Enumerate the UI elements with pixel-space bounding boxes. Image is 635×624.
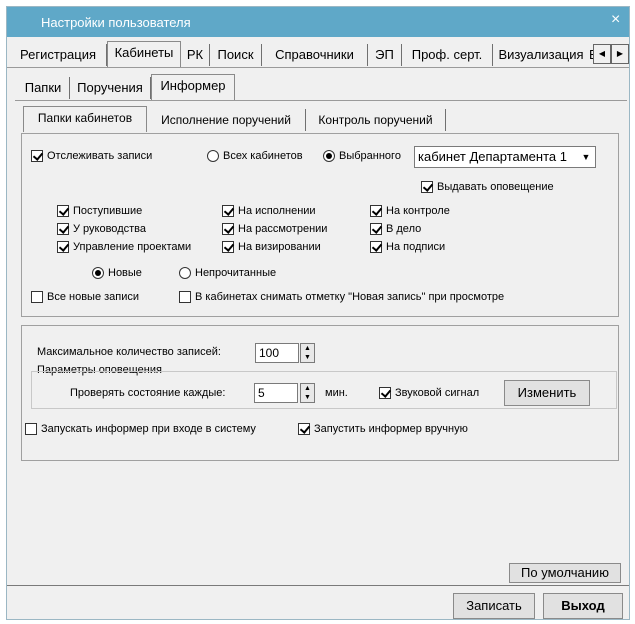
folder-archive-label: В дело bbox=[386, 223, 422, 235]
minutes-unit: мин. bbox=[325, 387, 348, 399]
autostart-checkbox[interactable] bbox=[25, 423, 37, 435]
selected-cabinet-radio[interactable] bbox=[323, 150, 335, 162]
folder-management-label: У руководства bbox=[73, 223, 146, 235]
change-button[interactable]: Изменить bbox=[504, 380, 590, 406]
cabinet-select[interactable]: кабинет Департамента 1 bbox=[414, 146, 596, 168]
folder-control-label: На контроле bbox=[386, 205, 450, 217]
default-button[interactable]: По умолчанию bbox=[509, 563, 621, 583]
tab-control[interactable]: Контроль поручений bbox=[306, 109, 446, 131]
tab-informer[interactable]: Информер bbox=[151, 74, 235, 100]
tab-ep[interactable]: ЭП bbox=[368, 44, 402, 66]
folder-approval-checkbox[interactable] bbox=[222, 241, 234, 253]
max-records-input[interactable]: 100 bbox=[255, 343, 299, 363]
sound-signal-label: Звуковой сигнал bbox=[395, 387, 480, 399]
selected-cabinet-label: Выбранного bbox=[339, 150, 401, 162]
settings-dialog: Настройки пользователя × Регистрация Каб… bbox=[6, 6, 630, 620]
cabinet-select-value: кабинет Департамента 1 bbox=[418, 149, 567, 164]
tab-directories[interactable]: Справочники bbox=[262, 44, 368, 66]
all-new-records-label: Все новые записи bbox=[47, 291, 140, 303]
tab-scroll-right-icon[interactable]: ▶ bbox=[611, 44, 629, 64]
folder-management-checkbox[interactable] bbox=[57, 223, 69, 235]
tab-execution[interactable]: Исполнение поручений bbox=[147, 109, 306, 131]
manual-start-label: Запустить информер вручную bbox=[314, 423, 468, 435]
folder-signing-checkbox[interactable] bbox=[370, 241, 382, 253]
window-title: Настройки пользователя bbox=[41, 15, 191, 30]
manual-start-checkbox[interactable] bbox=[298, 423, 310, 435]
sub-tab-divider bbox=[15, 100, 627, 101]
notify-label: Выдавать оповещение bbox=[437, 181, 554, 193]
clear-new-mark-label: В кабинетах снимать отметку "Новая запис… bbox=[195, 291, 505, 303]
inner-tab-bar: Папки кабинетов Исполнение поручений Кон… bbox=[7, 106, 629, 133]
tab-folders[interactable]: Папки bbox=[17, 77, 70, 99]
autostart-label: Запускать информер при входе в систему bbox=[41, 423, 256, 435]
tab-prof-cert[interactable]: Проф. серт. bbox=[402, 44, 493, 66]
folder-execution-checkbox[interactable] bbox=[222, 205, 234, 217]
sound-signal-checkbox[interactable] bbox=[379, 387, 391, 399]
tab-scroll-left-icon[interactable]: ◀ bbox=[593, 44, 611, 64]
tab-visualization[interactable]: Визуализация bbox=[493, 44, 589, 66]
new-records-label: Новые bbox=[108, 267, 142, 279]
track-records-checkbox[interactable] bbox=[31, 150, 43, 162]
clear-new-mark-checkbox[interactable] bbox=[179, 291, 191, 303]
folder-incoming-checkbox[interactable] bbox=[57, 205, 69, 217]
tab-registration[interactable]: Регистрация bbox=[10, 44, 107, 66]
all-cabinets-radio[interactable] bbox=[207, 150, 219, 162]
folder-incoming-label: Поступившие bbox=[73, 205, 143, 217]
tab-cabinets[interactable]: Кабинеты bbox=[107, 41, 181, 67]
folder-signing-label: На подписи bbox=[386, 241, 446, 253]
tab-cabinet-folders[interactable]: Папки кабинетов bbox=[23, 106, 147, 132]
save-button[interactable]: Записать bbox=[453, 593, 535, 619]
all-new-records-checkbox[interactable] bbox=[31, 291, 43, 303]
track-records-label: Отслеживать записи bbox=[47, 150, 153, 162]
tab-rk[interactable]: РК bbox=[181, 44, 210, 66]
max-records-value: 100 bbox=[259, 346, 280, 360]
notify-checkbox[interactable] bbox=[421, 181, 433, 193]
folder-control-checkbox[interactable] bbox=[370, 205, 382, 217]
check-interval-value: 5 bbox=[258, 386, 265, 400]
tab-search[interactable]: Поиск bbox=[210, 44, 262, 66]
folder-review-label: На рассмотрении bbox=[238, 223, 328, 235]
folder-projects-checkbox[interactable] bbox=[57, 241, 69, 253]
footer-divider bbox=[7, 585, 629, 586]
folder-review-checkbox[interactable] bbox=[222, 223, 234, 235]
max-records-stepper[interactable]: ▲ ▼ bbox=[300, 343, 315, 363]
sub-tab-bar: Папки Поручения Информер bbox=[7, 74, 629, 101]
check-interval-input[interactable]: 5 bbox=[254, 383, 298, 403]
folder-approval-label: На визировании bbox=[238, 241, 321, 253]
chevron-down-icon[interactable]: ▼ bbox=[578, 149, 594, 165]
close-icon[interactable]: × bbox=[611, 11, 620, 29]
folder-archive-checkbox[interactable] bbox=[370, 223, 382, 235]
main-tab-divider bbox=[7, 67, 629, 68]
exit-button[interactable]: Выход bbox=[543, 593, 623, 619]
check-interval-label: Проверять состояние каждые: bbox=[70, 387, 226, 399]
new-records-radio[interactable] bbox=[92, 267, 104, 279]
folder-projects-label: Управление проектами bbox=[73, 241, 192, 253]
main-tab-bar: Регистрация Кабинеты РК Поиск Справочник… bbox=[7, 41, 629, 68]
unread-records-radio[interactable] bbox=[179, 267, 191, 279]
unread-records-label: Непрочитанные bbox=[195, 267, 277, 279]
tab-assignments[interactable]: Поручения bbox=[70, 77, 151, 99]
check-interval-stepper[interactable]: ▲ ▼ bbox=[300, 383, 315, 403]
all-cabinets-label: Всех кабинетов bbox=[223, 150, 303, 162]
max-records-label: Максимальное количество записей: bbox=[37, 346, 221, 358]
folder-execution-label: На исполнении bbox=[238, 205, 316, 217]
title-bar: Настройки пользователя × bbox=[7, 7, 629, 37]
